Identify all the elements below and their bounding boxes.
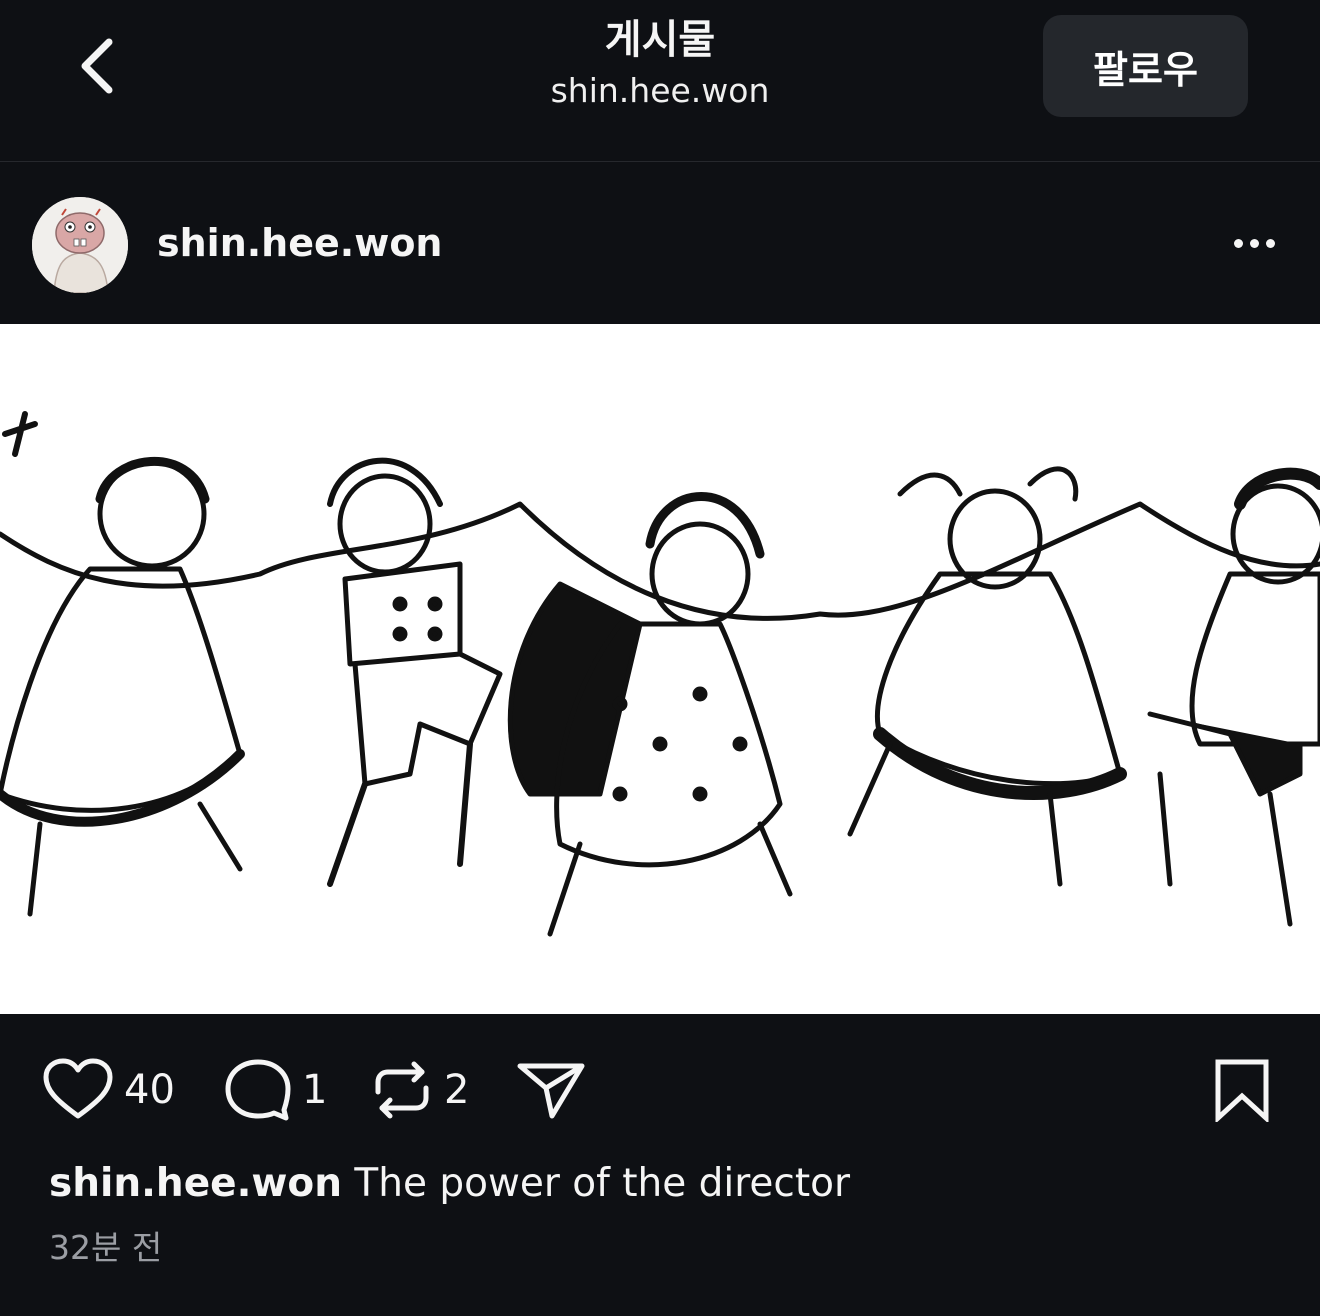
avatar-creature-icon — [32, 197, 128, 293]
more-dot-icon — [1265, 238, 1275, 248]
comment-count: 1 — [302, 1067, 328, 1113]
more-dot-icon — [1233, 238, 1243, 248]
save-button[interactable] — [1212, 1040, 1272, 1140]
like-count: 40 — [124, 1067, 175, 1113]
more-dot-icon — [1249, 238, 1259, 248]
post-caption: shin.hee.won The power of the director — [49, 1160, 850, 1208]
caption-text: The power of the director — [342, 1161, 851, 1206]
follow-button[interactable]: 팔로우 — [1043, 15, 1248, 117]
heart-icon — [43, 1058, 113, 1119]
repost-button[interactable]: 2 — [370, 1040, 469, 1140]
repost-count: 2 — [444, 1067, 470, 1113]
post-timestamp: 32분 전 — [49, 1228, 163, 1267]
dancing-children-illustration — [0, 411, 1320, 937]
more-options-button[interactable] — [1222, 223, 1286, 263]
comment-bubble-icon — [225, 1059, 291, 1121]
send-icon — [517, 1063, 585, 1119]
post-username[interactable]: shin.hee.won — [157, 217, 442, 269]
caption-username[interactable]: shin.hee.won — [49, 1161, 342, 1206]
top-bar: 게시물 shin.hee.won 팔로우 — [0, 0, 1320, 162]
avatar[interactable] — [32, 197, 128, 293]
repost-icon — [375, 1061, 429, 1119]
bookmark-icon — [1215, 1059, 1269, 1122]
share-button[interactable] — [516, 1040, 588, 1140]
post-header: shin.hee.won — [0, 163, 1320, 323]
comment-button[interactable]: 1 — [224, 1040, 327, 1140]
post-actions: 40 1 2 — [0, 1040, 1320, 1140]
post-image[interactable] — [0, 324, 1320, 1014]
like-button[interactable]: 40 — [42, 1040, 175, 1140]
